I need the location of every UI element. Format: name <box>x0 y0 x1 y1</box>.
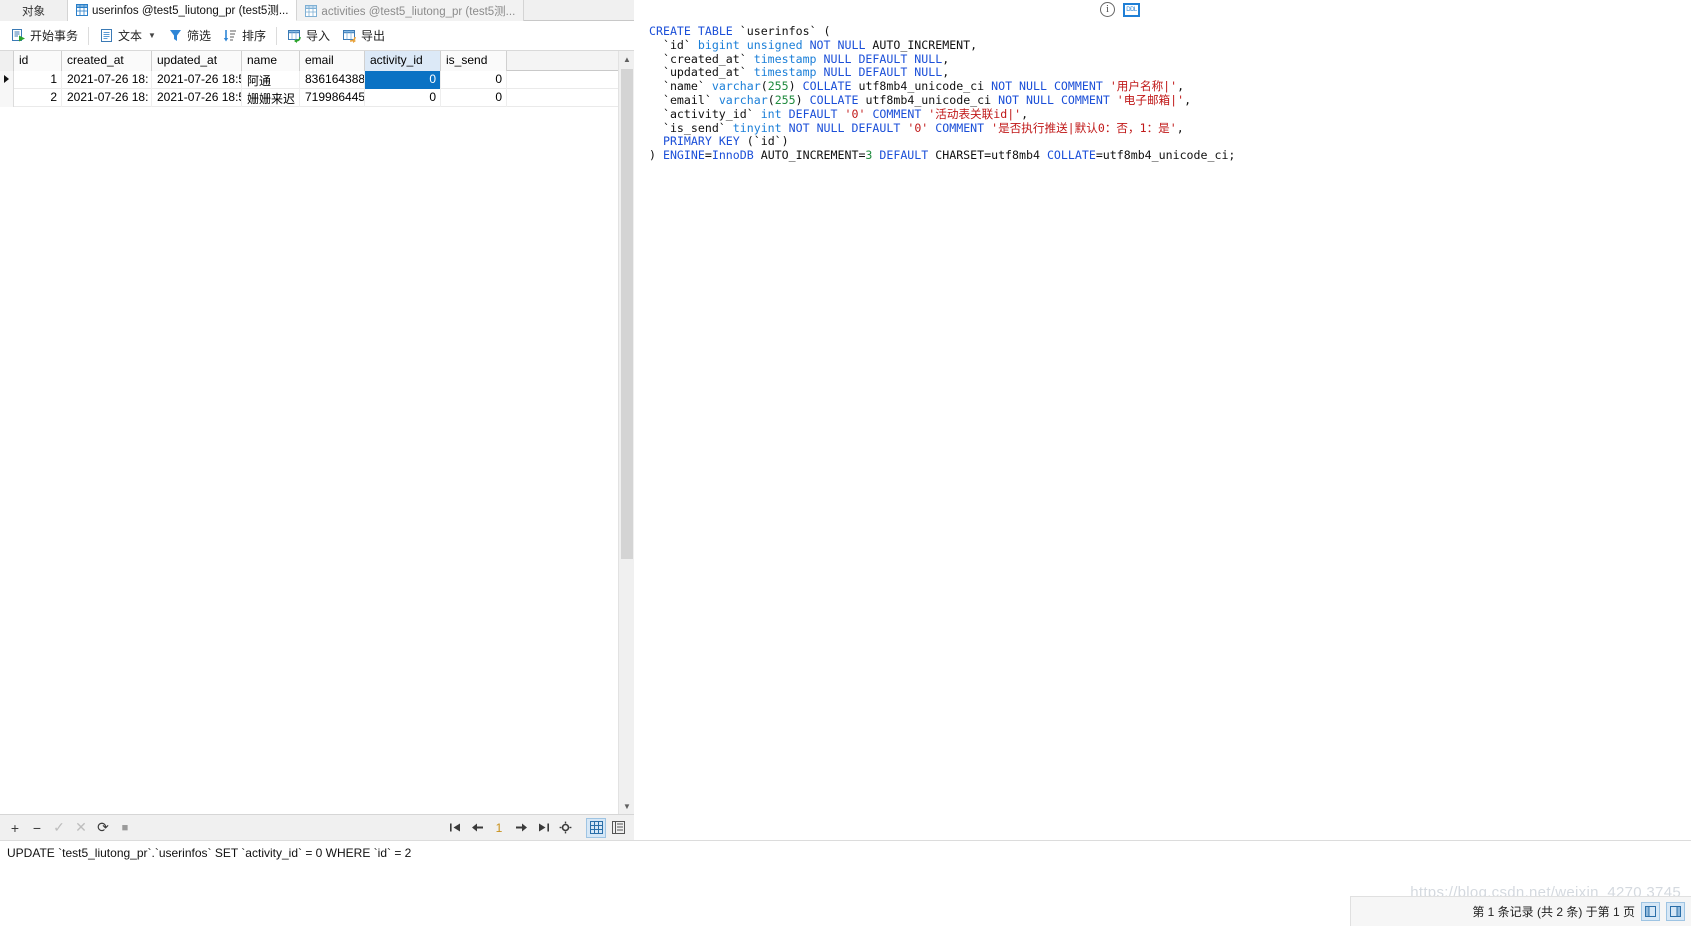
cell-updated_at[interactable]: 2021-07-26 18:5 <box>152 89 242 107</box>
text-icon <box>99 28 114 43</box>
sort-icon <box>223 28 238 43</box>
toolbar-separator <box>275 26 277 45</box>
export-label: 导出 <box>361 29 386 43</box>
delete-record-button[interactable]: − <box>26 817 48 839</box>
grid-view-icon <box>589 821 603 834</box>
export-icon <box>342 28 357 43</box>
first-record-icon <box>449 823 460 832</box>
add-record-button[interactable]: + <box>4 817 26 839</box>
grid-view-button[interactable] <box>586 817 606 838</box>
stop-button[interactable]: ■ <box>114 817 136 839</box>
scrollbar-thumb[interactable] <box>621 69 633 559</box>
grid-settings-button[interactable] <box>554 817 576 839</box>
record-status-bar: 第 1 条记录 (共 2 条) 于第 1 页 <box>1350 896 1691 926</box>
tab-activities-label: activities @test5_liutong_pr (test5测... <box>321 5 516 18</box>
next-record-button[interactable] <box>510 817 532 839</box>
previous-record-button[interactable] <box>466 817 488 839</box>
import-label: 导入 <box>305 29 330 43</box>
cell-activity_id[interactable]: 0 <box>365 89 441 107</box>
form-view-button[interactable] <box>608 818 628 838</box>
record-count-label: 第 1 条记录 (共 2 条) 于第 1 页 <box>1472 905 1635 919</box>
previous-record-icon <box>471 823 483 832</box>
ddl-panel-icons: i DDL <box>1100 2 1140 17</box>
cell-activity_id[interactable]: 0 <box>365 71 441 89</box>
toolbar-separator <box>88 26 90 45</box>
tab-userinfos-label: userinfos @test5_liutong_pr (test5测... <box>92 5 289 17</box>
cell-created_at[interactable]: 2021-07-26 18: <box>62 89 152 107</box>
cell-id[interactable]: 1 <box>14 71 62 89</box>
last-record-button[interactable] <box>532 817 554 839</box>
column-header-is_send[interactable]: is_send <box>441 51 507 71</box>
tab-objects-label: 对象 <box>22 5 45 18</box>
sql-status-bar: UPDATE `test5_liutong_pr`.`userinfos` SE… <box>0 840 1691 864</box>
panel-toggle-right-button[interactable] <box>1666 902 1685 921</box>
cell-name[interactable]: 阿通 <box>242 71 300 89</box>
grid-header-row: id created_at updated_at name email acti… <box>0 51 634 71</box>
cell-id[interactable]: 2 <box>14 89 62 107</box>
begin-transaction-label: 开始事务 <box>30 29 79 43</box>
panel-toggle-left-button[interactable] <box>1641 902 1660 921</box>
grid-toolbar: 开始事务 文本 ▼ 筛选 排序 导入 导出 <box>0 21 634 51</box>
current-page-number[interactable]: 1 <box>488 821 510 835</box>
cell-updated_at[interactable]: 2021-07-26 18:5 <box>152 71 242 89</box>
tab-userinfos[interactable]: userinfos @test5_liutong_pr (test5测... <box>68 0 298 21</box>
sort-button[interactable]: 排序 <box>217 24 272 48</box>
navicat-window: 对象 userinfos @test5_liutong_pr (test5测..… <box>0 0 1691 926</box>
cancel-changes-button[interactable]: ✕ <box>70 817 92 839</box>
cell-name[interactable]: 姗姗来迟 <box>242 89 300 107</box>
chevron-down-icon[interactable]: ▼ <box>148 31 156 40</box>
sort-label: 排序 <box>241 29 266 43</box>
record-navigation-bar: + − ✓ ✕ ⟳ ■ 1 <box>0 814 634 840</box>
import-icon <box>287 28 302 43</box>
grid-vertical-scrollbar[interactable]: ▲ ▼ <box>618 51 635 814</box>
column-header-activity_id[interactable]: activity_id <box>365 51 441 71</box>
executed-sql-text: UPDATE `test5_liutong_pr`.`userinfos` SE… <box>7 845 412 860</box>
column-header-email[interactable]: email <box>300 51 365 71</box>
ddl-sql-code: CREATE TABLE `userinfos` ( `id` bigint u… <box>649 24 1236 163</box>
refresh-button[interactable]: ⟳ <box>92 817 114 839</box>
grid-corner-cell <box>0 51 14 71</box>
cell-created_at[interactable]: 2021-07-26 18: <box>62 71 152 89</box>
cell-email[interactable]: 719986445 <box>300 89 365 107</box>
table-icon <box>305 4 318 17</box>
last-record-icon <box>538 823 549 832</box>
text-button[interactable]: 文本 ▼ <box>93 24 162 48</box>
cell-is_send[interactable]: 0 <box>441 89 507 107</box>
apply-changes-button[interactable]: ✓ <box>48 817 70 839</box>
column-header-updated_at[interactable]: updated_at <box>152 51 242 71</box>
transaction-icon <box>11 28 26 43</box>
data-grid[interactable]: id created_at updated_at name email acti… <box>0 51 634 814</box>
column-header-name[interactable]: name <box>242 51 300 71</box>
table-row[interactable]: 1 2021-07-26 18: 2021-07-26 18:5 阿通 8361… <box>0 71 634 89</box>
first-record-button[interactable] <box>444 817 466 839</box>
cell-email[interactable]: 836164388 <box>300 71 365 89</box>
info-icon[interactable]: i <box>1100 2 1115 17</box>
next-record-icon <box>515 823 527 832</box>
filter-button[interactable]: 筛选 <box>162 24 217 48</box>
text-label: 文本 <box>118 29 143 43</box>
scroll-up-arrow-icon[interactable]: ▲ <box>619 51 635 67</box>
begin-transaction-button[interactable]: 开始事务 <box>5 24 84 48</box>
filter-label: 筛选 <box>186 29 211 43</box>
import-button[interactable]: 导入 <box>281 24 336 48</box>
table-row[interactable]: 2 2021-07-26 18: 2021-07-26 18:5 姗姗来迟 71… <box>0 89 634 107</box>
column-header-id[interactable]: id <box>14 51 62 71</box>
tab-activities[interactable]: activities @test5_liutong_pr (test5测... <box>297 0 525 21</box>
table-icon <box>76 4 88 16</box>
current-row-arrow-icon <box>4 75 9 83</box>
row-indicator <box>0 71 14 89</box>
filter-icon <box>168 28 183 43</box>
cell-is_send[interactable]: 0 <box>441 71 507 89</box>
ddl-icon[interactable]: DDL <box>1123 2 1140 17</box>
tab-objects[interactable]: 对象 <box>0 0 68 21</box>
tab-bar: 对象 userinfos @test5_liutong_pr (test5测..… <box>0 0 634 21</box>
ddl-preview-panel: i DDL CREATE TABLE `userinfos` ( `id` bi… <box>634 0 1691 840</box>
column-header-created_at[interactable]: created_at <box>62 51 152 71</box>
scroll-down-arrow-icon[interactable]: ▼ <box>619 798 635 814</box>
gear-icon <box>559 821 571 834</box>
form-view-icon <box>611 821 625 834</box>
row-indicator <box>0 89 14 107</box>
export-button[interactable]: 导出 <box>336 24 391 48</box>
